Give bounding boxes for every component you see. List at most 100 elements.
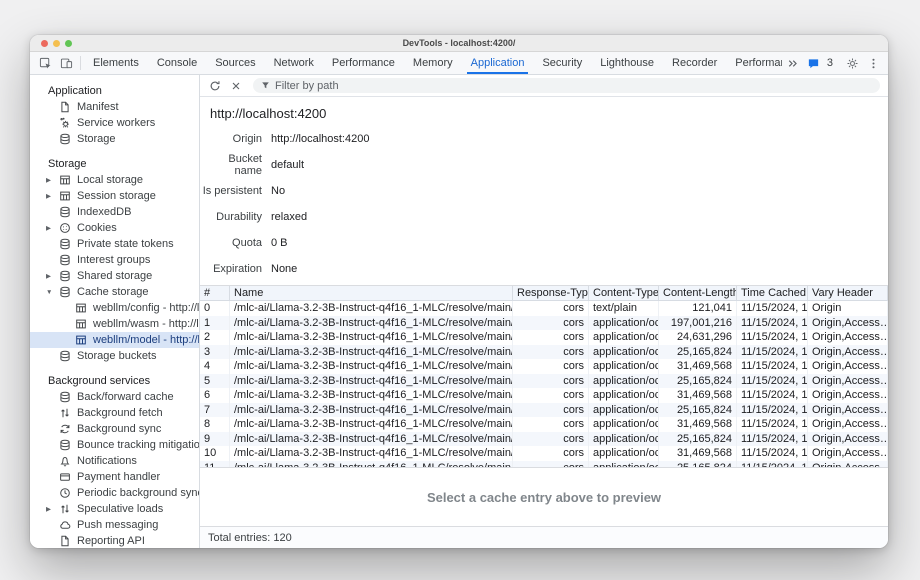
cache-storage-panel: Filter by path http://localhost:4200 Ori… [200, 75, 888, 548]
sidebar-item-indexeddb[interactable]: IndexedDB [30, 204, 199, 220]
column-header-content-type[interactable]: Content-Type [589, 286, 659, 300]
sidebar-item-manifest[interactable]: Manifest [30, 99, 199, 115]
settings-gear-icon[interactable] [842, 57, 863, 70]
table-header-row: #NameResponse-TypeContent-TypeContent-Le… [200, 286, 888, 301]
cell-time-cached: 11/15/2024, 10… [737, 345, 808, 360]
sidebar-item-push-messaging[interactable]: Push messaging [30, 517, 199, 533]
refresh-icon[interactable] [206, 77, 224, 95]
chevron-right-icon[interactable]: ▶ [46, 505, 59, 513]
tab-memory[interactable]: Memory [404, 52, 462, 74]
sidebar-item-cookies[interactable]: ▶Cookies [30, 220, 199, 236]
chevron-down-icon[interactable]: ▼ [46, 289, 59, 296]
sidebar-item-background-fetch[interactable]: Background fetch [30, 405, 199, 421]
sidebar-section-application: ApplicationManifestService workersStorag… [30, 83, 199, 147]
database-icon [59, 286, 71, 298]
tab-sources[interactable]: Sources [206, 52, 264, 74]
cell-content-type: application/oc… [589, 432, 659, 447]
filter-by-path-input[interactable]: Filter by path [253, 78, 880, 93]
chevron-right-icon[interactable]: ▶ [46, 176, 59, 184]
chevron-right-icon[interactable]: ▶ [46, 224, 59, 232]
cell-time-cached: 11/15/2024, 10… [737, 359, 808, 374]
sidebar-item-notifications[interactable]: Notifications [30, 453, 199, 469]
tab-elements[interactable]: Elements [84, 52, 148, 74]
sidebar-item-service-workers[interactable]: Service workers [30, 115, 199, 131]
meta-row-bucket-name: Bucket namedefault [200, 152, 888, 178]
sidebar-item-payment-handler[interactable]: Payment handler [30, 469, 199, 485]
sidebar-item-shared-storage[interactable]: ▶Shared storage [30, 268, 199, 284]
cell-name: /mlc-ai/Llama-3.2-3B-Instruct-q4f16_1-ML… [230, 461, 513, 469]
table-row[interactable]: 7/mlc-ai/Llama-3.2-3B-Instruct-q4f16_1-M… [200, 403, 888, 418]
more-tabs-icon[interactable] [782, 57, 803, 70]
table-row[interactable]: 9/mlc-ai/Llama-3.2-3B-Instruct-q4f16_1-M… [200, 432, 888, 447]
cell-name: /mlc-ai/Llama-3.2-3B-Instruct-q4f16_1-ML… [230, 403, 513, 418]
meta-value: None [271, 263, 297, 275]
cell-time-cached: 11/15/2024, 10… [737, 388, 808, 403]
tab-performance-insights[interactable]: Performance insights [726, 52, 782, 74]
inspect-element-icon[interactable] [35, 52, 56, 74]
tab-label: Elements [93, 57, 139, 69]
arrows-up-down-icon [59, 407, 71, 419]
sidebar-item-periodic-background-sync[interactable]: Periodic background sync [30, 485, 199, 501]
table-row[interactable]: 8/mlc-ai/Llama-3.2-3B-Instruct-q4f16_1-M… [200, 417, 888, 432]
tab-lighthouse[interactable]: Lighthouse [591, 52, 663, 74]
cell-vary-header: Origin,Access… [808, 446, 888, 461]
sidebar-item-webllm-config-http-loc[interactable]: webllm/config - http://loc… [30, 300, 199, 316]
column-header-response-type[interactable]: Response-Type [513, 286, 589, 300]
sidebar-item-storage-buckets[interactable]: Storage buckets [30, 348, 199, 364]
clear-cache-icon[interactable] [227, 77, 245, 95]
meta-row-durability: Durabilityrelaxed [200, 204, 888, 230]
device-toolbar-icon[interactable] [56, 52, 77, 74]
tabbar-right-controls: 3 [782, 52, 888, 74]
table-row[interactable]: 5/mlc-ai/Llama-3.2-3B-Instruct-q4f16_1-M… [200, 374, 888, 389]
table-row[interactable]: 3/mlc-ai/Llama-3.2-3B-Instruct-q4f16_1-M… [200, 345, 888, 360]
sidebar-item-reporting-api[interactable]: Reporting API [30, 533, 199, 548]
column-header-name[interactable]: Name [230, 286, 513, 300]
sidebar-item-local-storage[interactable]: ▶Local storage [30, 172, 199, 188]
sidebar-item-background-sync[interactable]: Background sync [30, 421, 199, 437]
sidebar-item-interest-groups[interactable]: Interest groups [30, 252, 199, 268]
cell-vary-header: Origin,Access… [808, 374, 888, 389]
tab-network[interactable]: Network [265, 52, 323, 74]
column-header-content-length[interactable]: Content-Length [659, 286, 737, 300]
sidebar-item-back-forward-cache[interactable]: Back/forward cache [30, 389, 199, 405]
cell-: 0 [200, 301, 230, 316]
cell-content-length: 31,469,568 [659, 388, 737, 403]
sidebar-item-storage[interactable]: Storage [30, 131, 199, 147]
table-row[interactable]: 1/mlc-ai/Llama-3.2-3B-Instruct-q4f16_1-M… [200, 316, 888, 331]
table-row[interactable]: 11/mlc-ai/Llama-3.2-3B-Instruct-q4f16_1-… [200, 461, 888, 469]
meta-label: Durability [200, 211, 262, 223]
sidebar-item-cache-storage[interactable]: ▼Cache storage [30, 284, 199, 300]
sidebar-item-private-state-tokens[interactable]: Private state tokens [30, 236, 199, 252]
table-row[interactable]: 4/mlc-ai/Llama-3.2-3B-Instruct-q4f16_1-M… [200, 359, 888, 374]
cell-content-type: application/oc… [589, 316, 659, 331]
table-row[interactable]: 2/mlc-ai/Llama-3.2-3B-Instruct-q4f16_1-M… [200, 330, 888, 345]
table-row[interactable]: 10/mlc-ai/Llama-3.2-3B-Instruct-q4f16_1-… [200, 446, 888, 461]
column-header-[interactable]: # [200, 286, 230, 300]
chevron-right-icon[interactable]: ▶ [46, 272, 59, 280]
sidebar-item-bounce-tracking-mitigations[interactable]: Bounce tracking mitigations [30, 437, 199, 453]
table-icon [59, 190, 71, 202]
table-row[interactable]: 0/mlc-ai/Llama-3.2-3B-Instruct-q4f16_1-M… [200, 301, 888, 316]
status-bar: Total entries: 120 [200, 526, 888, 548]
kebab-menu-icon[interactable] [863, 57, 884, 70]
meta-label: Quota [200, 237, 262, 249]
chevron-right-icon[interactable]: ▶ [46, 192, 59, 200]
tab-recorder[interactable]: Recorder [663, 52, 726, 74]
issues-icon[interactable] [803, 57, 824, 70]
sidebar-item-webllm-wasm-http-loca[interactable]: webllm/wasm - http://loca… [30, 316, 199, 332]
payment-card-icon [59, 471, 71, 483]
column-header-vary-header[interactable]: Vary Header [808, 286, 888, 300]
sidebar-item-session-storage[interactable]: ▶Session storage [30, 188, 199, 204]
tab-security[interactable]: Security [533, 52, 591, 74]
table-row[interactable]: 6/mlc-ai/Llama-3.2-3B-Instruct-q4f16_1-M… [200, 388, 888, 403]
tab-application[interactable]: Application [462, 52, 534, 74]
sidebar-item-speculative-loads[interactable]: ▶Speculative loads [30, 501, 199, 517]
cell-time-cached: 11/15/2024, 10… [737, 446, 808, 461]
cell-name: /mlc-ai/Llama-3.2-3B-Instruct-q4f16_1-ML… [230, 345, 513, 360]
tab-console[interactable]: Console [148, 52, 206, 74]
sidebar-item-webllm-model-http-loc[interactable]: webllm/model - http://loc… [30, 332, 199, 348]
tab-performance[interactable]: Performance [323, 52, 404, 74]
document-icon [59, 101, 71, 113]
column-header-time-cached[interactable]: Time Cached [737, 286, 808, 300]
cell-response-type: cors [513, 417, 589, 432]
